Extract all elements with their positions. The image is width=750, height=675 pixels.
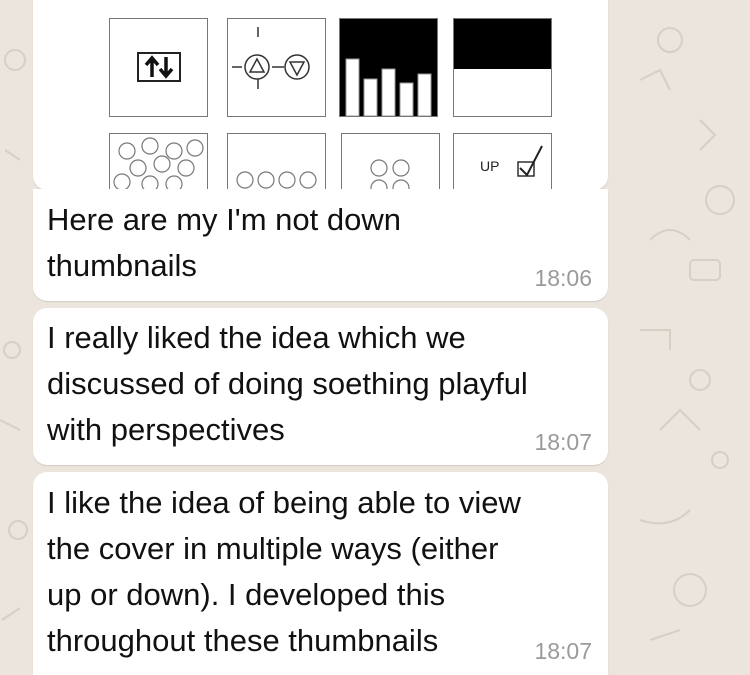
checkbox-check-icon: [517, 145, 543, 177]
message-line: up or down). I developed this: [47, 577, 446, 612]
thumbnail-7: [341, 133, 440, 190]
thumbnail-1: [109, 18, 208, 117]
smiley-pair-icon: [370, 159, 410, 190]
message-line: thumbnails: [47, 248, 197, 283]
message-line: I like the idea of being able to view: [47, 485, 521, 520]
message-text: I like the idea of being able to view th…: [47, 480, 594, 664]
message-line: Here are my I'm not down: [47, 202, 401, 237]
thumbnail-5: [109, 133, 208, 190]
thumbnail-8: UP: [453, 133, 552, 190]
message-text: Here are my I'm not down thumbnails: [47, 197, 594, 289]
thumbnail-6: [227, 133, 326, 190]
thumbnail-2: [227, 18, 326, 117]
smiley-row-icon: [236, 171, 317, 189]
message-line: throughout these thumbnails: [47, 623, 439, 658]
triangle-compass-icon: [232, 27, 310, 89]
thumbnail-4: [453, 18, 552, 117]
message-timestamp: 18:07: [534, 429, 592, 455]
thumbnail-image-message[interactable]: UP: [33, 0, 608, 190]
chat-bubble[interactable]: Here are my I'm not down thumbnails 18:0…: [33, 189, 608, 301]
chat-bubble[interactable]: I really liked the idea which we discuss…: [33, 308, 608, 465]
black-block-icon: [454, 19, 551, 69]
message-line: the cover in multiple ways (either: [47, 531, 499, 566]
message-timestamp: 18:07: [534, 638, 592, 664]
message-line: with perspectives: [47, 412, 285, 447]
message-line: I really liked the idea which we: [47, 320, 466, 355]
up-label: UP: [480, 158, 500, 174]
message-timestamp: 18:06: [534, 265, 592, 291]
message-text: I really liked the idea which we discuss…: [47, 315, 594, 453]
thumbnail-3: [339, 18, 438, 117]
smiley-faces-icon: [113, 137, 204, 190]
bar-chart-icon: [340, 19, 437, 116]
up-down-arrows-icon: [137, 52, 181, 82]
message-line: discussed of doing soething playful: [47, 366, 528, 401]
chat-bubble[interactable]: I like the idea of being able to view th…: [33, 472, 608, 675]
